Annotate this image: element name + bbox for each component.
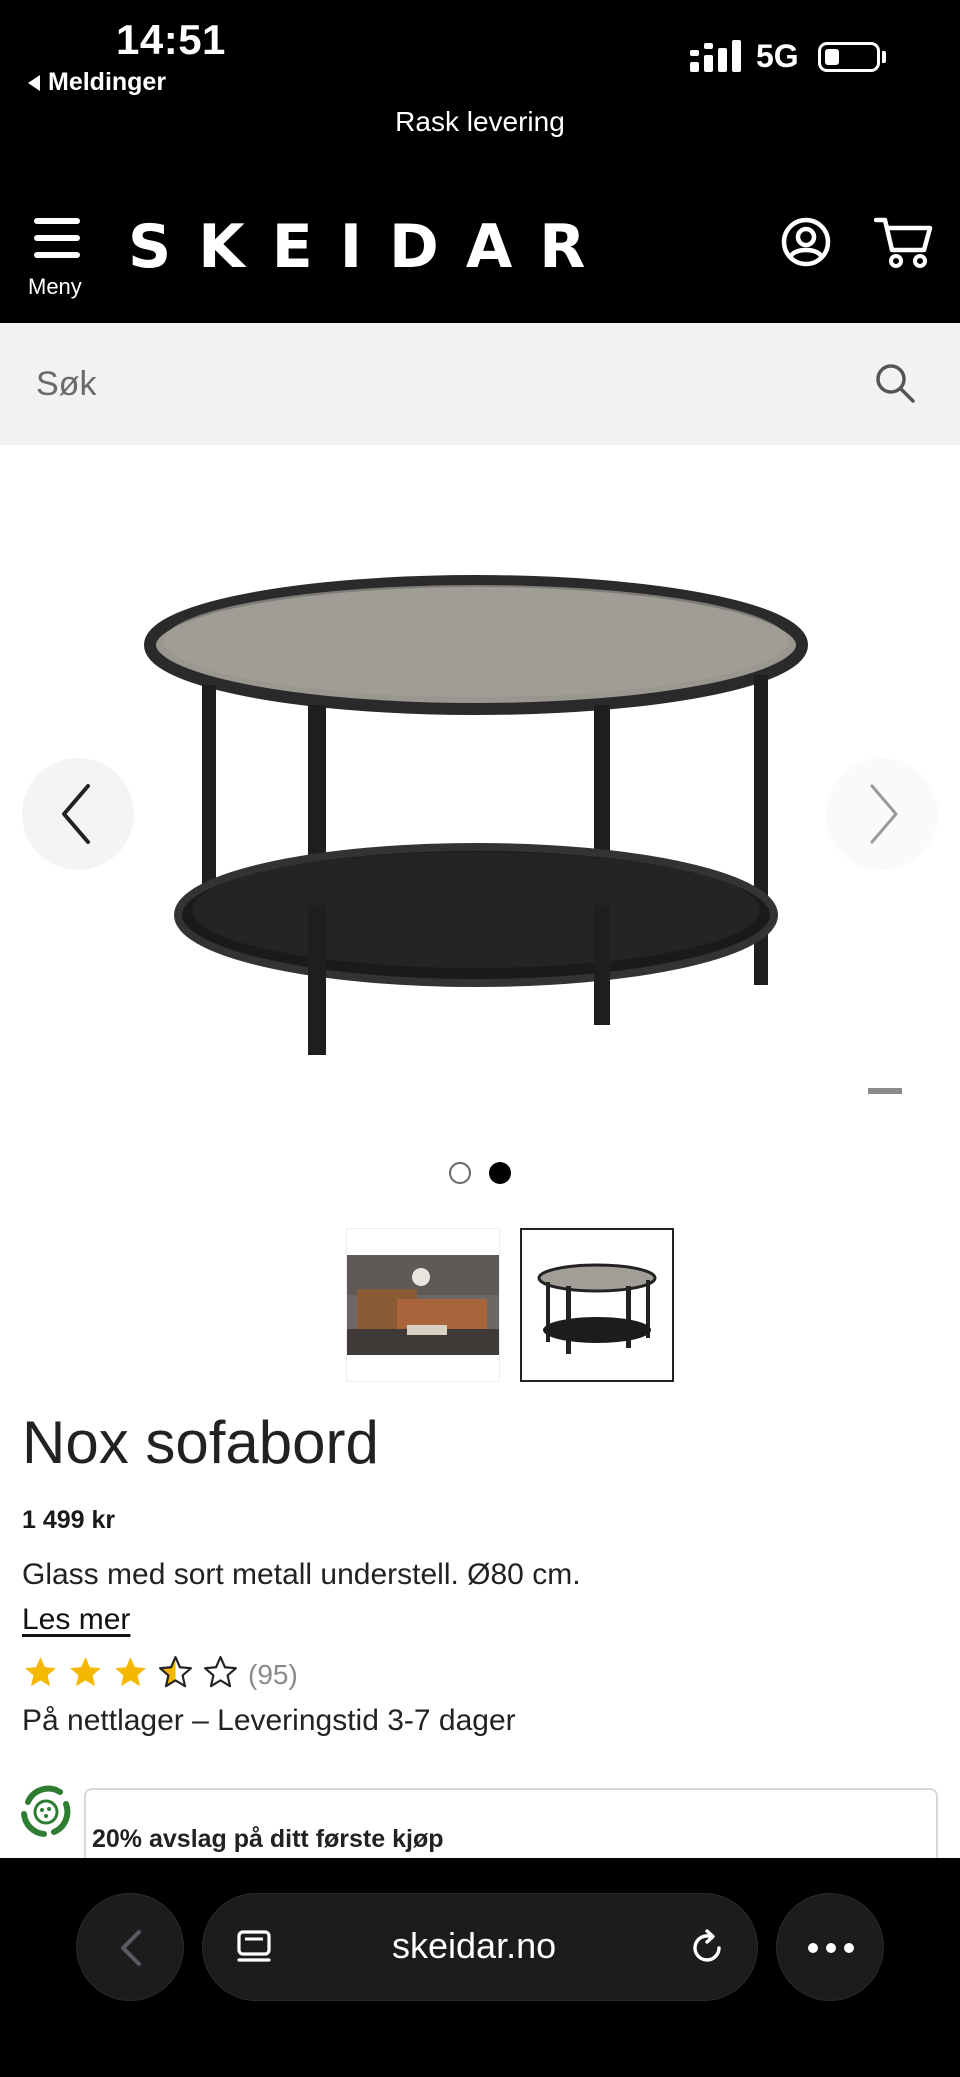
product-description: Glass med sort metall understell. Ø80 cm…: [22, 1558, 581, 1591]
status-bar: 14:51 Meldinger 5G: [0, 0, 960, 108]
review-count[interactable]: (95): [248, 1659, 298, 1691]
more-options-button[interactable]: [776, 1893, 884, 2001]
next-image-button[interactable]: [826, 758, 938, 870]
carousel-dot-2-active[interactable]: [489, 1162, 511, 1184]
url-text[interactable]: skeidar.no: [392, 1925, 556, 1967]
more-dots-icon: [808, 1943, 854, 1953]
chevron-right-icon: [870, 784, 898, 844]
battery-tip: [882, 51, 886, 63]
carousel-dot-1[interactable]: [449, 1162, 471, 1184]
image-indicator-dash: [868, 1088, 902, 1094]
clock: 14:51: [116, 16, 226, 63]
back-to-app-link[interactable]: Meldinger: [28, 68, 166, 97]
menu-label: Meny: [28, 274, 82, 299]
thumbnail-living-room[interactable]: [346, 1228, 500, 1382]
stock-status: På nettlager – Leveringstid 3-7 dager: [22, 1704, 516, 1737]
back-app-label: Meldinger: [48, 68, 167, 96]
eco-cycle-icon[interactable]: [14, 1780, 78, 1844]
battery-icon: [818, 42, 880, 72]
product-price: 1 499 kr: [22, 1506, 116, 1534]
product-image: [144, 575, 808, 1055]
read-more-link[interactable]: Les mer: [22, 1603, 130, 1637]
cart-icon[interactable]: [874, 214, 934, 270]
star-half-icon: [159, 1655, 192, 1687]
back-triangle-icon: [28, 74, 40, 91]
search-bar: [0, 323, 960, 445]
search-icon[interactable]: [874, 362, 916, 404]
network-type: 5G: [756, 38, 799, 74]
table-thumbnail-image: [537, 1263, 657, 1354]
account-icon[interactable]: [780, 216, 832, 268]
signal-icon: [690, 40, 741, 72]
product-title: Nox sofabord: [22, 1409, 379, 1476]
star-full-icon: [115, 1656, 146, 1686]
browser-back-button[interactable]: [76, 1893, 184, 2001]
thumbnail-table[interactable]: [520, 1228, 674, 1382]
chevron-left-icon: [121, 1930, 141, 1966]
skeidar-logo[interactable]: SKEIDAR: [128, 212, 612, 282]
product-gallery[interactable]: [0, 445, 960, 1145]
star-full-icon: [25, 1656, 56, 1686]
promo-banner: Rask levering: [0, 108, 960, 168]
search-input[interactable]: [36, 361, 836, 407]
reload-icon[interactable]: [687, 1928, 727, 1968]
star-empty-icon: [204, 1655, 237, 1687]
promo-text: Rask levering: [395, 106, 565, 137]
offer-text: 20% avslag på ditt første kjøp: [92, 1825, 444, 1853]
living-room-thumbnail-image: [347, 1255, 499, 1355]
site-header: Meny SKEIDAR: [0, 168, 960, 323]
chevron-left-icon: [62, 784, 90, 844]
previous-image-button[interactable]: [22, 758, 134, 870]
star-full-icon: [70, 1656, 101, 1686]
rating-stars[interactable]: [22, 1652, 239, 1692]
tab-overview-icon: [237, 1930, 271, 1962]
